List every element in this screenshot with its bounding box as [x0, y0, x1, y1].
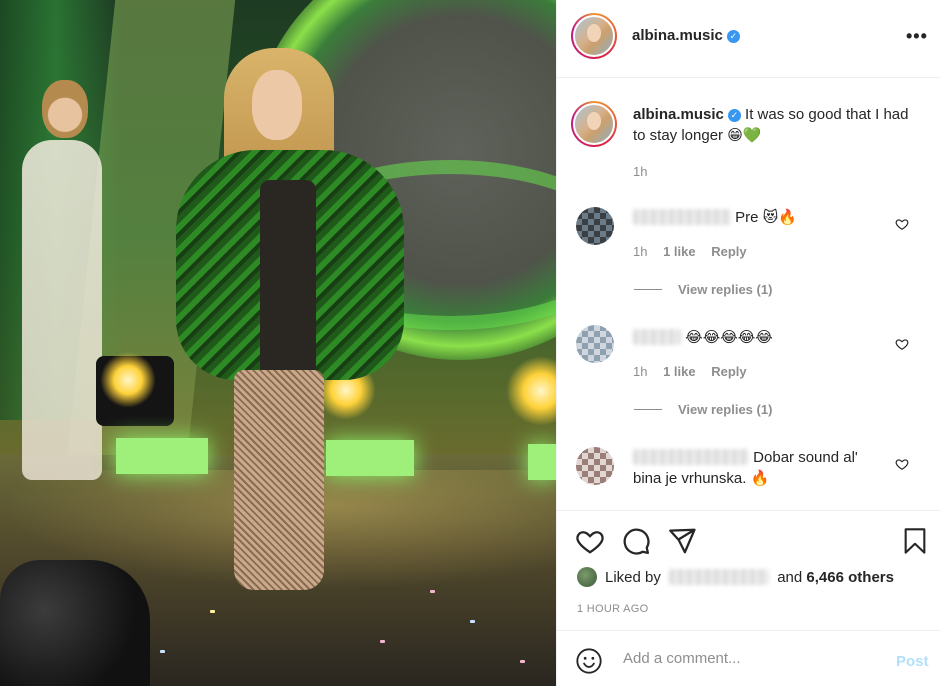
confetti — [210, 610, 215, 613]
comment-text: 😂😂😂😂😂 — [685, 329, 773, 346]
likes-count-others[interactable]: 6,466 others — [806, 569, 894, 586]
bookmark-icon[interactable] — [901, 526, 929, 556]
confetti — [470, 620, 475, 623]
comment: Dobar sound al' bina je vrhunska. 🔥 — [633, 447, 883, 489]
caption-author-avatar[interactable] — [571, 101, 617, 147]
caption-username[interactable]: albina.music — [633, 106, 724, 123]
spotlight-glow — [100, 352, 156, 408]
author-name-row: albina.music ✓ — [632, 27, 740, 45]
spotlight-glow — [506, 356, 556, 426]
comment-text: Pre 😻🔥 — [735, 209, 797, 226]
post-timestamp[interactable]: 1 HOUR AGO — [577, 603, 648, 615]
comment-like-heart-icon[interactable] — [895, 217, 909, 231]
author-username[interactable]: albina.music — [632, 27, 723, 44]
more-options-icon[interactable]: ••• — [906, 26, 928, 47]
comment-time[interactable]: 1h — [633, 364, 647, 379]
divider — [634, 409, 662, 410]
view-replies-label: View replies (1) — [678, 402, 773, 417]
comment: 😂😂😂😂😂 — [633, 327, 773, 348]
comment-likes[interactable]: 1 like — [663, 364, 696, 379]
commenter-username-blurred[interactable] — [633, 209, 731, 225]
liked-by-row: Liked by and 6,466 others — [577, 567, 894, 587]
caption-timestamp[interactable]: 1h — [633, 164, 647, 179]
view-replies-button[interactable]: View replies (1) — [634, 402, 772, 417]
comment-reply-button[interactable]: Reply — [711, 364, 746, 379]
comment-time[interactable]: 1h — [633, 244, 647, 259]
verified-badge-icon: ✓ — [726, 30, 740, 43]
view-replies-label: View replies (1) — [678, 282, 773, 297]
commenter-avatar[interactable] — [576, 325, 614, 363]
commenter-avatar[interactable] — [576, 447, 614, 485]
commenter-username-blurred[interactable] — [633, 449, 749, 465]
heart-icon[interactable] — [575, 526, 605, 556]
liked-by-and: and — [777, 569, 803, 586]
emoji-icon[interactable] — [575, 647, 603, 675]
post-actions: Liked by and 6,466 others 1 HOUR AGO — [557, 510, 940, 630]
liked-by-label: Liked by — [605, 569, 661, 586]
comment-like-heart-icon[interactable] — [895, 337, 909, 351]
comment-like-heart-icon[interactable] — [895, 457, 909, 471]
comment-bubble-icon[interactable] — [621, 526, 651, 556]
comment-meta: 1h 1 like Reply — [633, 364, 747, 379]
comment-likes[interactable]: 1 like — [663, 244, 696, 259]
post-header: albina.music ✓ ••• — [557, 0, 940, 78]
commenter-username-blurred[interactable] — [633, 329, 681, 345]
post-photo[interactable] — [0, 0, 556, 686]
confetti — [430, 590, 435, 593]
comment-composer: Post — [557, 630, 940, 686]
liker-username-blurred[interactable] — [669, 569, 770, 585]
comment: Pre 😻🔥 — [633, 207, 797, 228]
paper-plane-icon[interactable] — [667, 526, 697, 556]
comment-meta: 1h 1 like Reply — [633, 244, 747, 259]
verified-badge-icon: ✓ — [727, 109, 741, 122]
instagram-post: albina.music ✓ ••• albina.music ✓ It was s… — [0, 0, 940, 686]
post-comment-button[interactable]: Post — [896, 653, 929, 670]
stage-equipment — [0, 560, 150, 686]
comment-reply-button[interactable]: Reply — [711, 244, 746, 259]
commenter-avatar[interactable] — [576, 207, 614, 245]
backup-singer — [14, 80, 104, 480]
liker-avatar[interactable] — [577, 567, 597, 587]
confetti — [520, 660, 525, 663]
divider — [634, 289, 662, 290]
led-panel — [528, 444, 556, 480]
confetti — [160, 650, 165, 653]
post-side-panel: albina.music ✓ ••• albina.music ✓ It was s… — [556, 0, 940, 686]
author-avatar[interactable] — [571, 13, 617, 59]
view-replies-button[interactable]: View replies (1) — [634, 282, 772, 297]
lead-singer — [176, 40, 406, 600]
post-caption: albina.music ✓ It was so good that I had … — [633, 104, 913, 146]
confetti — [380, 640, 385, 643]
add-comment-input[interactable] — [623, 647, 873, 669]
